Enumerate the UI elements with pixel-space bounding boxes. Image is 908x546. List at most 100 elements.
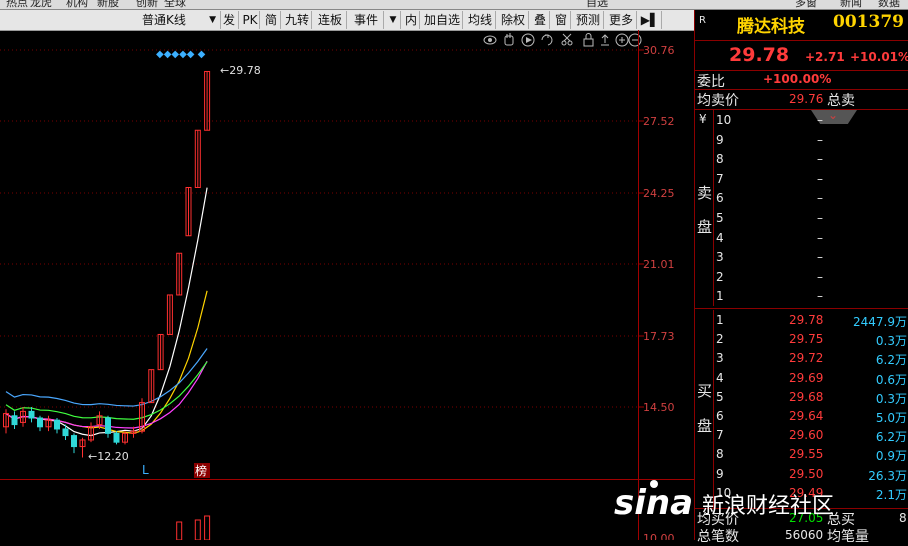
yen-symbol: ¥ xyxy=(699,112,707,126)
avg-sell-value: 29.76 xyxy=(789,92,824,106)
toolbar-button[interactable]: 简 xyxy=(262,11,281,29)
sell-level-index: 4 xyxy=(716,230,724,245)
buy-level-volume: 2447.9万 xyxy=(853,315,907,329)
volume-bar xyxy=(204,515,211,540)
buy-level-volume: 5.0万 xyxy=(875,411,907,425)
chart-toolbar: 普通K线 ▼ 发 PK 简九转 连板 事件 ▼ 内加自选 均线 除权叠窗预测 更多 ▶▌ xyxy=(0,10,694,31)
marker-L[interactable]: L xyxy=(142,463,149,477)
trade-count-label: 总笔数 xyxy=(697,529,739,545)
stock-name: 腾达科技 xyxy=(737,17,805,37)
divider xyxy=(695,109,908,110)
toolbar-button[interactable]: 连板 xyxy=(314,11,347,29)
candle-body[interactable] xyxy=(105,417,111,434)
volume-tick-label: 10.00 xyxy=(643,532,675,540)
buy-level-volume: 0.3万 xyxy=(875,334,907,349)
toolbar-button[interactable]: PK xyxy=(241,11,260,29)
low-price-label: ←12.20 xyxy=(88,450,129,463)
kline-chart[interactable]: 30.76 27.52 24.25 21.01 17.73 14.50 10.00 ←29.… xyxy=(0,30,694,540)
candle-body[interactable] xyxy=(11,415,18,426)
buy-level-price: 29.64 xyxy=(789,409,824,423)
y-tick-label: 14.50 xyxy=(643,401,675,414)
buy-level-volume: 0.9万 xyxy=(875,449,907,464)
buy-level-price: 29.72 xyxy=(789,351,824,366)
sell-level-index: 3 xyxy=(716,250,724,265)
toolbar-button[interactable]: 事件 xyxy=(349,11,384,29)
moving-average-line xyxy=(5,290,208,434)
sell-level-index: 5 xyxy=(716,211,724,225)
buy-level-price: 29.68 xyxy=(789,389,824,404)
toolbar-button[interactable]: 叠 xyxy=(531,11,550,29)
top-menu-item[interactable]: 新闻 xyxy=(840,0,862,9)
top-menu-item[interactable]: 多窗 xyxy=(795,0,817,9)
buy-level-index: 1 xyxy=(716,313,724,327)
candle-body[interactable] xyxy=(28,410,35,419)
candle-body[interactable] xyxy=(71,435,77,448)
y-tick-label: 17.73 xyxy=(643,330,675,343)
toolbar-button[interactable]: 九转 xyxy=(283,11,312,29)
buy-level-price: 29.78 xyxy=(789,313,824,327)
r-label: R xyxy=(699,15,706,26)
sell-level-price: – xyxy=(817,269,823,284)
top-menu-item[interactable]: 新股 xyxy=(97,0,119,9)
avg-sell-label: 均卖价 xyxy=(697,93,739,109)
sell-level-price: – xyxy=(817,211,823,225)
toolbar-button[interactable]: 窗 xyxy=(552,11,571,29)
avg-volume-label: 均笔量 xyxy=(827,529,869,545)
top-menu-item[interactable]: 热点 xyxy=(6,0,28,9)
divider xyxy=(713,110,714,306)
buy-level-index: 3 xyxy=(716,351,724,366)
fullscreen-icon[interactable]: ▶▌ xyxy=(639,11,662,29)
buy-level-volume: 6.2万 xyxy=(875,430,907,445)
divider xyxy=(695,308,908,309)
sell-level-index: 7 xyxy=(716,171,724,186)
buy-level-volume: 0.6万 xyxy=(875,372,907,387)
top-menu-item[interactable]: 自选 xyxy=(586,0,608,9)
sell-level-price: – xyxy=(817,230,823,245)
top-menu-item[interactable]: 机构 xyxy=(66,0,88,9)
top-menu-item[interactable]: 全球 xyxy=(164,0,186,9)
sell-level-price: – xyxy=(817,132,823,147)
sell-label: 盘 xyxy=(697,218,713,236)
candle-body[interactable] xyxy=(113,432,120,443)
sell-level-price: – xyxy=(817,152,823,167)
toolbar-button[interactable]: 加自选 xyxy=(422,11,463,29)
sell-level-price: – xyxy=(817,250,823,265)
top-menu-bar: 热点 龙虎 机构 新股 创新 全球 自选 多窗 新闻 数据 xyxy=(0,0,908,10)
buy-label: 买 xyxy=(697,382,713,400)
candle-body[interactable] xyxy=(37,417,43,428)
sell-level-price: – xyxy=(817,289,823,304)
volume-bar xyxy=(194,519,201,540)
toolbar-button[interactable]: 预测 xyxy=(573,11,604,29)
toolbar-button[interactable]: 均线 xyxy=(465,11,496,29)
toolbar-button[interactable]: 内 xyxy=(403,11,420,29)
buy-level-price: 29.69 xyxy=(789,370,824,385)
last-price: 29.78 xyxy=(729,44,790,66)
period-select[interactable]: 普通K线 ▼ xyxy=(138,11,221,29)
period-select-label: 普通K线 xyxy=(142,13,186,27)
sell-level-price: – xyxy=(817,191,823,206)
chevron-down-icon: ⌄ xyxy=(828,108,839,122)
buy-level-volume: 0.3万 xyxy=(875,391,907,406)
sell-label: 卖 xyxy=(697,184,713,202)
toolbar-button[interactable]: 发 xyxy=(220,11,239,29)
toolbar-button[interactable]: 除权 xyxy=(498,11,529,29)
buy-level-index: 4 xyxy=(716,370,724,385)
total-sell-label: 总卖 xyxy=(827,93,855,109)
top-menu-item[interactable]: 龙虎 xyxy=(30,0,52,9)
price-change: +2.71 xyxy=(805,50,845,64)
toolbar-button[interactable]: 更多 xyxy=(606,11,637,29)
sell-level-price: – xyxy=(817,171,823,186)
volume-bar xyxy=(176,521,183,540)
top-menu-item[interactable]: 数据 xyxy=(878,0,900,9)
sell-level-index: 2 xyxy=(716,269,724,284)
event-dropdown-icon[interactable]: ▼ xyxy=(386,11,401,29)
buy-level-price: 29.60 xyxy=(789,428,824,443)
dropdown-arrow-icon: ▼ xyxy=(209,15,216,25)
moving-average-line xyxy=(5,361,208,420)
top-menu-item[interactable]: 创新 xyxy=(136,0,158,9)
candle-body[interactable] xyxy=(54,419,60,430)
candle-body[interactable] xyxy=(62,428,69,437)
marker-bang: 榜 xyxy=(195,463,207,478)
price-change-pct: +10.01% xyxy=(850,50,908,64)
sell-level-index: 9 xyxy=(716,132,724,147)
